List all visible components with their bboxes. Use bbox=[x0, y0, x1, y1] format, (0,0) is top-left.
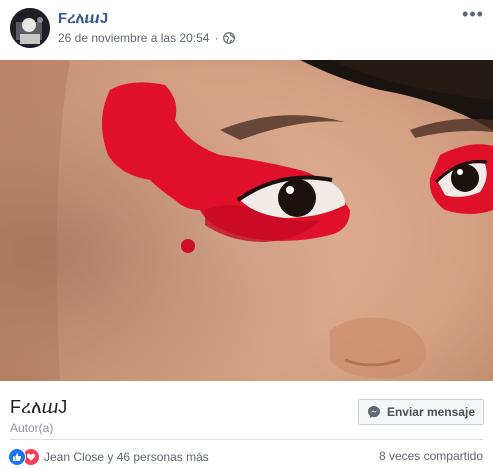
author-role: Autor(a) bbox=[10, 421, 54, 435]
footer-divider bbox=[10, 439, 483, 440]
messenger-icon bbox=[367, 406, 380, 418]
shares-count[interactable]: 8 veces compartido bbox=[379, 449, 483, 463]
globe-icon[interactable] bbox=[223, 32, 236, 44]
avatar-image bbox=[10, 8, 50, 48]
photo-image bbox=[0, 60, 493, 381]
send-message-label: Enviar mensaje bbox=[386, 405, 475, 419]
reactions-text[interactable]: Jean Close y 46 personas más bbox=[44, 450, 209, 464]
send-message-button[interactable]: Enviar mensaje bbox=[357, 399, 484, 425]
like-reaction-icon bbox=[8, 448, 26, 466]
post-meta: 26 de noviembre a las 20:54 · bbox=[58, 31, 236, 45]
page-name-link[interactable]: FረለⴍJ bbox=[58, 9, 108, 27]
post-footer: FረለⴍJ Autor(a) Enviar mensaje Jean Close… bbox=[0, 381, 493, 469]
reactions-summary[interactable]: Jean Close y 46 personas más bbox=[8, 448, 209, 466]
author-name[interactable]: FረለⴍJ bbox=[10, 397, 67, 418]
meta-separator: · bbox=[214, 31, 219, 45]
post-photo[interactable] bbox=[0, 60, 493, 381]
post-timestamp[interactable]: 26 de noviembre a las 20:54 bbox=[58, 31, 209, 45]
page-avatar[interactable] bbox=[10, 8, 50, 48]
facebook-post: FረለⴍJ 26 de noviembre a las 20:54 · ••• bbox=[0, 0, 493, 469]
more-options-icon[interactable]: ••• bbox=[461, 4, 485, 24]
post-header: FረለⴍJ 26 de noviembre a las 20:54 · ••• bbox=[0, 0, 493, 60]
